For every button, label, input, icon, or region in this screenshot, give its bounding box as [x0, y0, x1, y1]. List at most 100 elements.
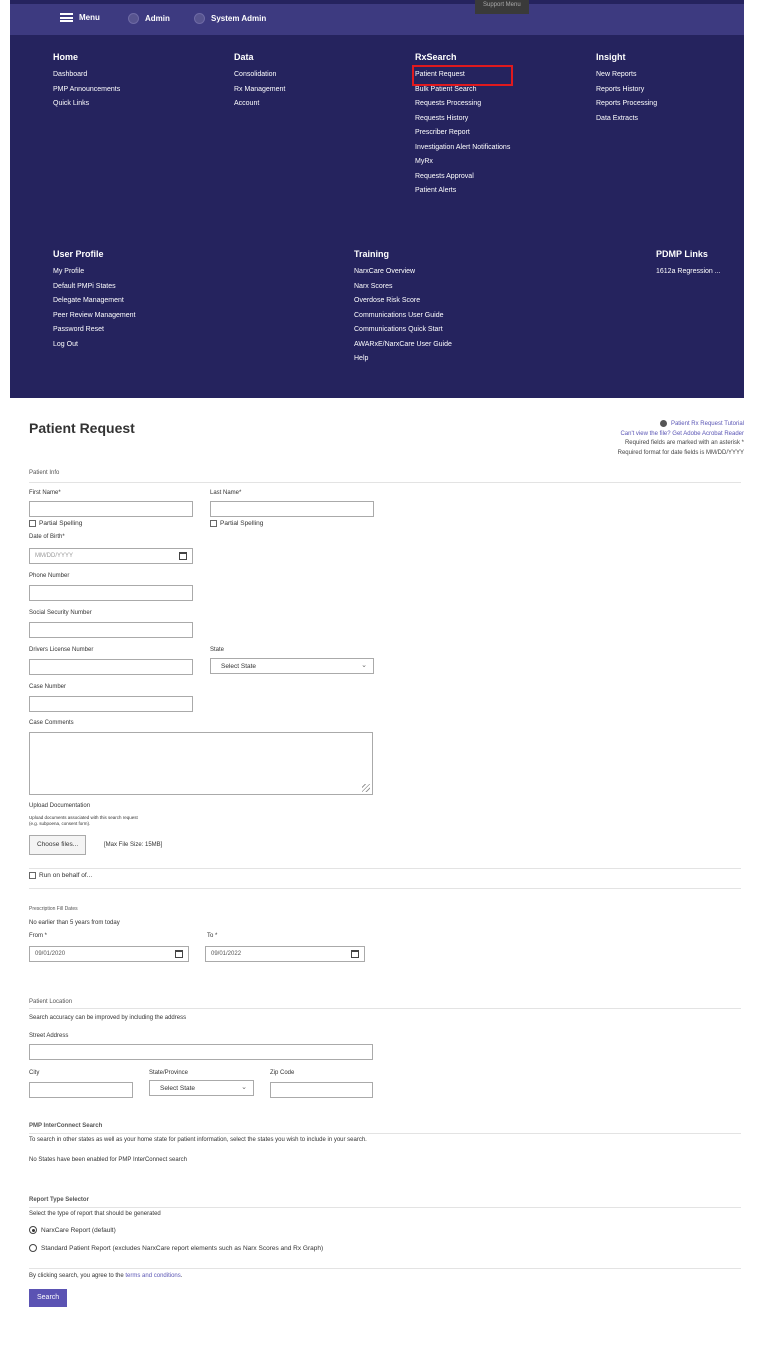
chevron-down-icon: ⌄ — [241, 1084, 247, 1091]
nav-item-peer-review-management[interactable]: Peer Review Management — [53, 309, 136, 324]
radio-selected-icon[interactable] — [29, 1226, 37, 1234]
nav-item-myrx[interactable]: MyRx — [415, 155, 510, 170]
from-label: From * — [29, 933, 47, 939]
report-narxcare-radio[interactable]: NarxCare Report (default) — [29, 1226, 116, 1234]
agree-prefix: By clicking search, you agree to the — [29, 1273, 124, 1279]
nav-item-requests-processing[interactable]: Requests Processing — [415, 97, 510, 112]
report-standard-radio[interactable]: Standard Patient Report (excludes NarxCa… — [29, 1244, 323, 1252]
date-format-note: Required format for date fields is MM/DD… — [617, 449, 744, 456]
nav-insight-title: Insight — [596, 52, 626, 62]
nav-item-patient-request[interactable]: Patient Request — [411, 65, 514, 86]
run-on-behalf-label: Run on behalf of... — [39, 872, 93, 879]
nav-item-narx-scores[interactable]: Narx Scores — [354, 280, 452, 295]
nav-item-awarxe-narxcare-user-guide[interactable]: AWARxE/NarxCare User Guide — [354, 338, 452, 353]
divider — [29, 1133, 741, 1134]
ssn-input[interactable] — [29, 622, 193, 638]
to-date-value: 09/01/2022 — [211, 951, 242, 957]
interconnect-note: To search in other states as well as you… — [29, 1137, 367, 1143]
from-date-input[interactable]: 09/01/2020 — [29, 946, 189, 962]
menu-button[interactable]: Menu — [60, 13, 100, 22]
last-name-input[interactable] — [210, 501, 374, 517]
state-province-value: Select State — [160, 1085, 196, 1092]
nav-item-reports-processing[interactable]: Reports Processing — [596, 97, 657, 112]
case-comments-label: Case Comments — [29, 720, 74, 726]
nav-user-profile-title: User Profile — [53, 249, 104, 259]
search-button[interactable]: Search — [29, 1289, 68, 1307]
nav-item-rx-management[interactable]: Rx Management — [234, 83, 285, 98]
nav-item-1612a-regression[interactable]: 1612a Regression ... — [656, 265, 721, 280]
nav-data-title: Data — [234, 52, 254, 62]
report-narxcare-label: NarxCare Report (default) — [41, 1226, 116, 1234]
nav-item-prescriber-report[interactable]: Prescriber Report — [415, 126, 510, 141]
calendar-icon[interactable] — [351, 950, 359, 958]
dob-input[interactable]: MM/DD/YYYY — [29, 548, 193, 564]
dob-placeholder: MM/DD/YYYY — [35, 553, 74, 559]
nav-item-reports-history[interactable]: Reports History — [596, 83, 657, 98]
nav-item-quick-links[interactable]: Quick Links — [53, 97, 120, 112]
run-on-behalf-checkbox[interactable]: Run on behalf of... — [29, 872, 92, 879]
nav-item-help[interactable]: Help — [354, 352, 452, 367]
interconnect-none: No States have been enabled for PMP Inte… — [29, 1157, 187, 1163]
checkbox[interactable] — [210, 520, 217, 527]
admin-role-button[interactable]: Admin — [128, 13, 170, 24]
nav-item-delegate-management[interactable]: Delegate Management — [53, 294, 136, 309]
nav-item-requests-approval[interactable]: Requests Approval — [415, 170, 510, 185]
first-name-input[interactable] — [29, 501, 193, 517]
last-name-label: Last Name* — [210, 490, 242, 496]
from-date-value: 09/01/2020 — [35, 951, 66, 957]
system-admin-role-button[interactable]: System Admin — [194, 13, 266, 24]
nav-home: Home Dashboard PMP Announcements Quick L… — [53, 52, 120, 112]
checkbox[interactable] — [29, 872, 36, 879]
last-name-partial-spelling[interactable]: Partial Spelling — [210, 520, 263, 527]
state-province-select[interactable]: Select State ⌄ — [149, 1080, 254, 1096]
nav-item-communications-quick-start[interactable]: Communications Quick Start — [354, 323, 452, 338]
nav-item-communications-user-guide[interactable]: Communications User Guide — [354, 309, 452, 324]
case-comments-textarea[interactable] — [29, 732, 373, 795]
nav-rxsearch-title: RxSearch — [415, 52, 457, 62]
top-navigation: Menu Admin System Admin Support Menu Hom… — [10, 0, 744, 398]
nav-item-requests-history[interactable]: Requests History — [415, 112, 510, 127]
state-select[interactable]: Select State ⌄ — [210, 658, 374, 674]
choose-files-button[interactable]: Choose files... — [29, 835, 87, 855]
patient-info-heading: Patient Info — [29, 470, 60, 476]
nav-item-pmp-announcements[interactable]: PMP Announcements — [53, 83, 120, 98]
nav-item-patient-alerts[interactable]: Patient Alerts — [415, 184, 510, 199]
page-title: Patient Request — [29, 420, 135, 436]
to-date-input[interactable]: 09/01/2022 — [205, 946, 365, 962]
nav-item-log-out[interactable]: Log Out — [53, 338, 136, 353]
nav-item-dashboard[interactable]: Dashboard — [53, 68, 120, 83]
case-number-input[interactable] — [29, 696, 193, 712]
tutorial-link[interactable]: Patient Rx Request Tutorial — [671, 421, 744, 427]
street-input[interactable] — [29, 1044, 373, 1060]
nav-item-bulk-patient-search[interactable]: Bulk Patient Search — [415, 83, 510, 98]
divider — [29, 1207, 741, 1208]
phone-input[interactable] — [29, 585, 193, 601]
dl-input[interactable] — [29, 659, 193, 675]
city-input[interactable] — [29, 1082, 133, 1098]
resize-grip-icon[interactable] — [362, 784, 370, 792]
nav-item-data-extracts[interactable]: Data Extracts — [596, 112, 657, 127]
first-name-partial-spelling[interactable]: Partial Spelling — [29, 520, 82, 527]
radio-icon[interactable] — [29, 1244, 37, 1252]
nav-item-investigation-alert-notifications[interactable]: Investigation Alert Notifications — [415, 141, 510, 156]
calendar-icon[interactable] — [179, 552, 187, 560]
partial-spelling-label: Partial Spelling — [39, 520, 83, 527]
nav-item-default-pmpi-states[interactable]: Default PMPi States — [53, 280, 136, 295]
nav-item-overdose-risk-score[interactable]: Overdose Risk Score — [354, 294, 452, 309]
nav-item-new-reports[interactable]: New Reports — [596, 68, 657, 83]
nav-item-consolidation[interactable]: Consolidation — [234, 68, 285, 83]
support-menu-button[interactable]: Support Menu — [475, 0, 529, 14]
terms-link[interactable]: terms and conditions — [125, 1273, 180, 1279]
acrobat-link[interactable]: Can't view the file? Get Adobe Acrobat R… — [618, 430, 744, 440]
nav-item-password-reset[interactable]: Password Reset — [53, 323, 136, 338]
dob-label: Date of Birth* — [29, 534, 65, 540]
help-block: Patient Rx Request Tutorial Can't view t… — [618, 420, 744, 458]
nav-item-account[interactable]: Account — [234, 97, 285, 112]
zip-input[interactable] — [270, 1082, 373, 1098]
calendar-icon[interactable] — [175, 950, 183, 958]
dl-label: Drivers License Number — [29, 647, 94, 653]
checkbox[interactable] — [29, 520, 36, 527]
nav-item-my-profile[interactable]: My Profile — [53, 265, 136, 280]
admin-icon — [128, 13, 139, 24]
nav-item-narxcare-overview[interactable]: NarxCare Overview — [354, 265, 452, 280]
